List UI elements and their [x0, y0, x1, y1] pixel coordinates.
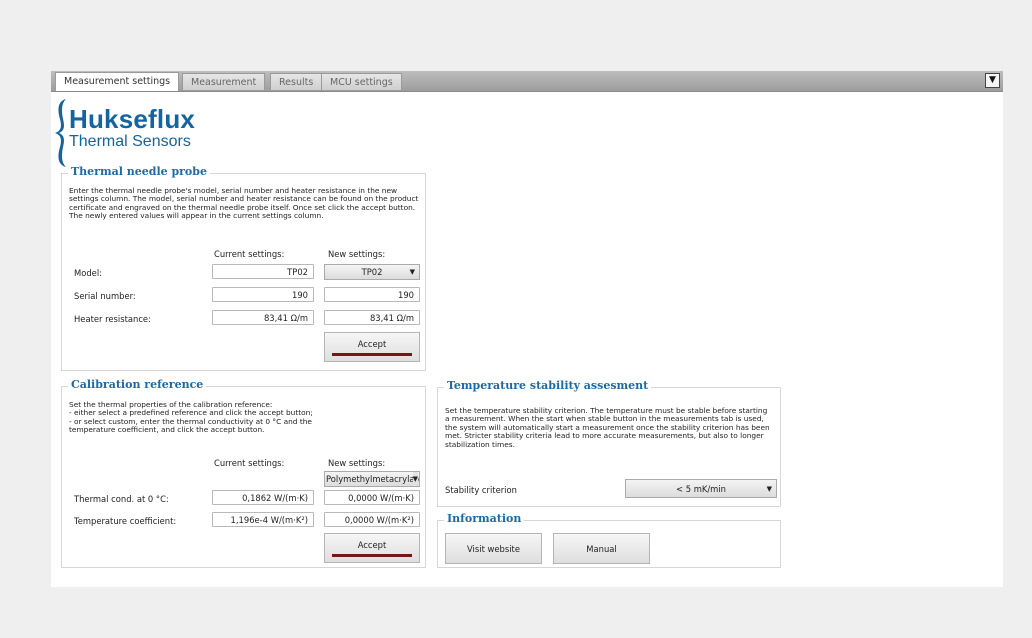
- temperature-coefficient-label: Temperature coefficient:: [74, 516, 177, 526]
- logo-brand: Hukseflux: [69, 104, 196, 134]
- heater-resistance-input[interactable]: 83,41 Ω/m: [324, 310, 420, 325]
- model-select[interactable]: TP02 ▼: [324, 264, 420, 280]
- serial-number-label: Serial number:: [74, 291, 136, 301]
- temperature-coefficient-input[interactable]: 0,0000 W/(m·K²): [324, 512, 420, 527]
- description-line: temperature coefficient, and click the a…: [69, 425, 265, 435]
- current-settings-header: Current settings:: [214, 458, 285, 468]
- tab-mcu-settings[interactable]: MCU settings: [321, 73, 402, 90]
- information-panel: Information Visit website Manual: [437, 512, 781, 568]
- panel-description: Set the thermal properties of the calibr…: [69, 400, 419, 435]
- app-window: Measurement settings Measurement Results…: [51, 71, 1003, 587]
- model-select-value: TP02: [361, 267, 383, 277]
- heater-resistance-current-value: 83,41 Ω/m: [212, 310, 314, 325]
- current-settings-header: Current settings:: [214, 249, 285, 259]
- thermal-needle-probe-panel: Thermal needle probe Enter the thermal n…: [61, 165, 426, 371]
- panel-description: Enter the thermal needle probe's model, …: [69, 186, 419, 221]
- accept-label: Accept: [357, 540, 387, 550]
- chevron-down-icon: ▼: [409, 268, 415, 276]
- accept-indicator-bar: [332, 554, 412, 557]
- accept-label: Accept: [357, 339, 387, 349]
- panel-title: Calibration reference: [68, 378, 207, 391]
- heater-resistance-label: Heater resistance:: [74, 314, 151, 324]
- logo-brace-icon: [55, 99, 66, 167]
- thermal-cond-label: Thermal cond. at 0 °C:: [74, 494, 169, 504]
- reference-select-value: Polymethylmetacrylate: [326, 474, 420, 484]
- thermal-cond-input[interactable]: 0,0000 W/(m·K): [324, 490, 420, 505]
- logo-subtitle: Thermal Sensors: [69, 133, 191, 150]
- model-current-value: TP02: [212, 264, 314, 279]
- serial-number-current-value: 190: [212, 287, 314, 302]
- chevron-down-icon: ▼: [412, 472, 418, 486]
- tab-measurement[interactable]: Measurement: [182, 73, 266, 90]
- menu-dropdown-button[interactable]: ▼: [985, 73, 1000, 88]
- serial-number-input[interactable]: 190: [324, 287, 420, 302]
- tab-measurement-settings[interactable]: Measurement settings: [55, 72, 180, 91]
- triangle-down-icon: ▼: [989, 75, 996, 85]
- calibration-reference-panel: Calibration reference Set the thermal pr…: [61, 378, 426, 568]
- temperature-stability-panel: Temperature stability assesment Set the …: [437, 379, 781, 507]
- new-settings-header: New settings:: [328, 249, 386, 259]
- thermal-cond-current-value: 0,1862 W/(m·K): [212, 490, 314, 505]
- manual-button[interactable]: Manual: [553, 533, 650, 564]
- reference-select[interactable]: Polymethylmetacrylate ▼: [324, 471, 420, 487]
- panel-title: Thermal needle probe: [68, 165, 210, 178]
- stability-criterion-select[interactable]: < 5 mK/min ▼: [625, 479, 777, 498]
- visit-website-button[interactable]: Visit website: [445, 533, 542, 564]
- accept-indicator-bar: [332, 353, 412, 356]
- stability-criterion-label: Stability criterion: [445, 485, 517, 495]
- panel-description: Set the temperature stability criterion.…: [445, 406, 770, 449]
- calibration-accept-button[interactable]: Accept: [324, 533, 420, 563]
- needle-accept-button[interactable]: Accept: [324, 332, 420, 362]
- tab-results[interactable]: Results: [270, 73, 323, 90]
- stability-criterion-value: < 5 mK/min: [676, 484, 726, 494]
- chevron-down-icon: ▼: [766, 485, 772, 493]
- new-settings-header: New settings:: [328, 458, 386, 468]
- panel-title: Temperature stability assesment: [444, 379, 652, 392]
- panel-title: Information: [444, 512, 525, 525]
- model-label: Model:: [74, 268, 102, 278]
- temperature-coefficient-current-value: 1,196e-4 W/(m·K²): [212, 512, 314, 527]
- tab-bar: Measurement settings Measurement Results…: [51, 71, 1003, 92]
